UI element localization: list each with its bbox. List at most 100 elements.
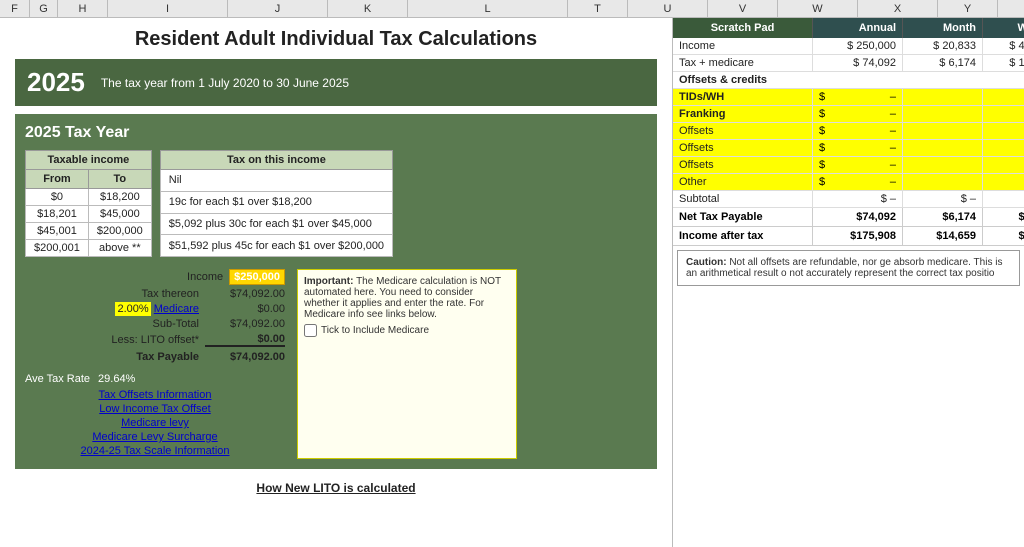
tax-year-box: 2025 Tax Year Taxable income From To xyxy=(15,114,657,469)
tax-on-income-table: Tax on this income Nil 19c for each $1 o… xyxy=(160,150,393,257)
caution-box: Caution: Not all offsets are refundable,… xyxy=(677,250,1020,286)
other-input[interactable] xyxy=(827,176,896,188)
net-tax-month: $6,174 xyxy=(903,208,983,226)
net-tax-label: Net Tax Payable xyxy=(673,208,813,226)
to-header: To xyxy=(88,170,151,189)
subtotal-scratch-label: Subtotal xyxy=(673,191,813,207)
franking-prefix: $ xyxy=(819,108,825,120)
year-banner: 2025 The tax year from 1 July 2020 to 30… xyxy=(15,59,657,106)
col-j: J xyxy=(228,0,328,17)
checkbox-label: Tick to Include Medicare xyxy=(321,325,429,336)
medicare-value: $0.00 xyxy=(205,303,285,315)
tax-medicare-scratch-row: Tax + medicare $ 74,092 $ 6,174 $ 1,425 xyxy=(673,55,1024,72)
col-h: H xyxy=(58,0,108,17)
medicare-percent-label: 2.00% Medicare xyxy=(115,303,199,315)
other-label: Other xyxy=(673,174,813,190)
taxable-income-header: Taxable income xyxy=(26,151,152,170)
notice-title: Important: xyxy=(304,276,353,287)
tax-payable-row: Tax Payable $74,092.00 xyxy=(25,351,285,363)
offsets-value-3: $ xyxy=(813,157,903,173)
col-w: W xyxy=(778,0,858,17)
link-tax-scale[interactable]: 2024-25 Tax Scale Information xyxy=(25,445,285,457)
offsets-input-2[interactable] xyxy=(827,142,896,154)
income-after-tax-row: Income after tax $175,908 $14,659 $3,38 xyxy=(673,227,1024,246)
net-tax-annual: $74,092 xyxy=(813,208,903,226)
link-medicare-surcharge[interactable]: Medicare Levy Surcharge xyxy=(25,431,285,443)
annual-header: Annual xyxy=(813,18,903,38)
caution-title: Caution: xyxy=(686,257,727,268)
table-row: $18,201 $45,000 xyxy=(26,206,152,223)
link-low-income[interactable]: Low Income Tax Offset xyxy=(25,403,285,415)
col-l: L xyxy=(408,0,568,17)
offsets-week-3 xyxy=(983,157,1024,173)
income-to-3: $200,000 xyxy=(88,223,151,240)
income-week: $ 4,808 xyxy=(983,38,1024,54)
week-header: Week xyxy=(983,18,1024,38)
tax-on-income-header: Tax on this income xyxy=(160,151,392,170)
medicare-checkbox[interactable] xyxy=(304,324,317,337)
tids-input[interactable] xyxy=(827,91,896,103)
offsets-month-2 xyxy=(903,140,983,156)
offsets-label-1: Offsets xyxy=(673,123,813,139)
subtotal-label: Sub-Total xyxy=(153,318,199,330)
income-month: $ 20,833 xyxy=(903,38,983,54)
income-from-4: $200,001 xyxy=(26,240,89,257)
col-t: T xyxy=(568,0,628,17)
franking-input[interactable] xyxy=(827,108,896,120)
offsets-input-3[interactable] xyxy=(827,159,896,171)
link-medicare-levy[interactable]: Medicare levy xyxy=(25,417,285,429)
income-scratch-label: Income xyxy=(673,38,813,54)
offsets-week-1 xyxy=(983,123,1024,139)
tids-week xyxy=(983,89,1024,105)
tids-month xyxy=(903,89,983,105)
lito-row: Less: LITO offset* $0.00 xyxy=(25,333,285,347)
income-label: Income xyxy=(187,271,223,283)
year-subtitle: The tax year from 1 July 2020 to 30 June… xyxy=(101,76,349,90)
taxable-income-table: Taxable income From To $0 $18,200 xyxy=(25,150,152,257)
table-row: $51,592 plus 45c for each $1 over $200,0… xyxy=(160,235,392,257)
how-lito-link[interactable]: How New LITO is calculated xyxy=(15,481,657,495)
tax-payable-value: $74,092.00 xyxy=(205,351,285,363)
tids-row: TIDs/WH $ xyxy=(673,89,1024,106)
net-tax-row: Net Tax Payable $74,092 $6,174 $1,42 xyxy=(673,208,1024,227)
income-annual: $ 250,000 xyxy=(813,38,903,54)
tax-medicare-label: Tax + medicare xyxy=(673,55,813,71)
col-u: U xyxy=(628,0,708,17)
lito-value: $0.00 xyxy=(205,333,285,347)
offsets-week-2 xyxy=(983,140,1024,156)
table-row: $0 $18,200 xyxy=(26,189,152,206)
col-x: X xyxy=(858,0,938,17)
ave-tax-rate-row: Ave Tax Rate 29.64% xyxy=(25,373,285,385)
tax-rate-2: 19c for each $1 over $18,200 xyxy=(160,191,392,213)
tax-medicare-annual: $ 74,092 xyxy=(813,55,903,71)
year-number: 2025 xyxy=(27,67,85,98)
link-tax-offsets[interactable]: Tax Offsets Information xyxy=(25,389,285,401)
caution-text: Not all offsets are refundable, nor ge a… xyxy=(686,257,1002,279)
scratch-pad-header: Scratch Pad Annual Month Week xyxy=(673,18,1024,38)
offsets-value-2: $ xyxy=(813,140,903,156)
income-after-annual: $175,908 xyxy=(813,227,903,245)
calc-left-panel: Income $250,000 Tax thereon $74,092.00 2… xyxy=(25,269,285,459)
medicare-link[interactable]: Medicare xyxy=(154,303,199,315)
tids-value-cell: $ xyxy=(813,89,903,105)
table-row: $45,001 $200,000 xyxy=(26,223,152,240)
tax-thereon-value: $74,092.00 xyxy=(205,288,285,300)
table-row: $200,001 above ** xyxy=(26,240,152,257)
col-y: Y xyxy=(938,0,998,17)
income-after-week: $3,38 xyxy=(983,227,1024,245)
offsets-input-1[interactable] xyxy=(827,125,896,137)
tax-thereon-row: Tax thereon $74,092.00 xyxy=(25,288,285,300)
subtotal-scratch-row: Subtotal $ – $ – $ – xyxy=(673,191,1024,208)
offsets-month-3 xyxy=(903,157,983,173)
ave-tax-label: Ave Tax Rate xyxy=(25,373,90,385)
other-month xyxy=(903,174,983,190)
col-f: F xyxy=(0,0,30,17)
subtotal-value: $74,092.00 xyxy=(205,318,285,330)
other-row: Other $ xyxy=(673,174,1024,191)
scratch-pad-area: Scratch Pad Annual Month Week Income $ 2… xyxy=(672,18,1024,547)
income-row: Income $250,000 xyxy=(25,269,285,285)
offsets-month-1 xyxy=(903,123,983,139)
subtotal-week: $ – xyxy=(983,191,1024,207)
links-section: Tax Offsets Information Low Income Tax O… xyxy=(25,389,285,457)
income-value[interactable]: $250,000 xyxy=(229,269,285,285)
